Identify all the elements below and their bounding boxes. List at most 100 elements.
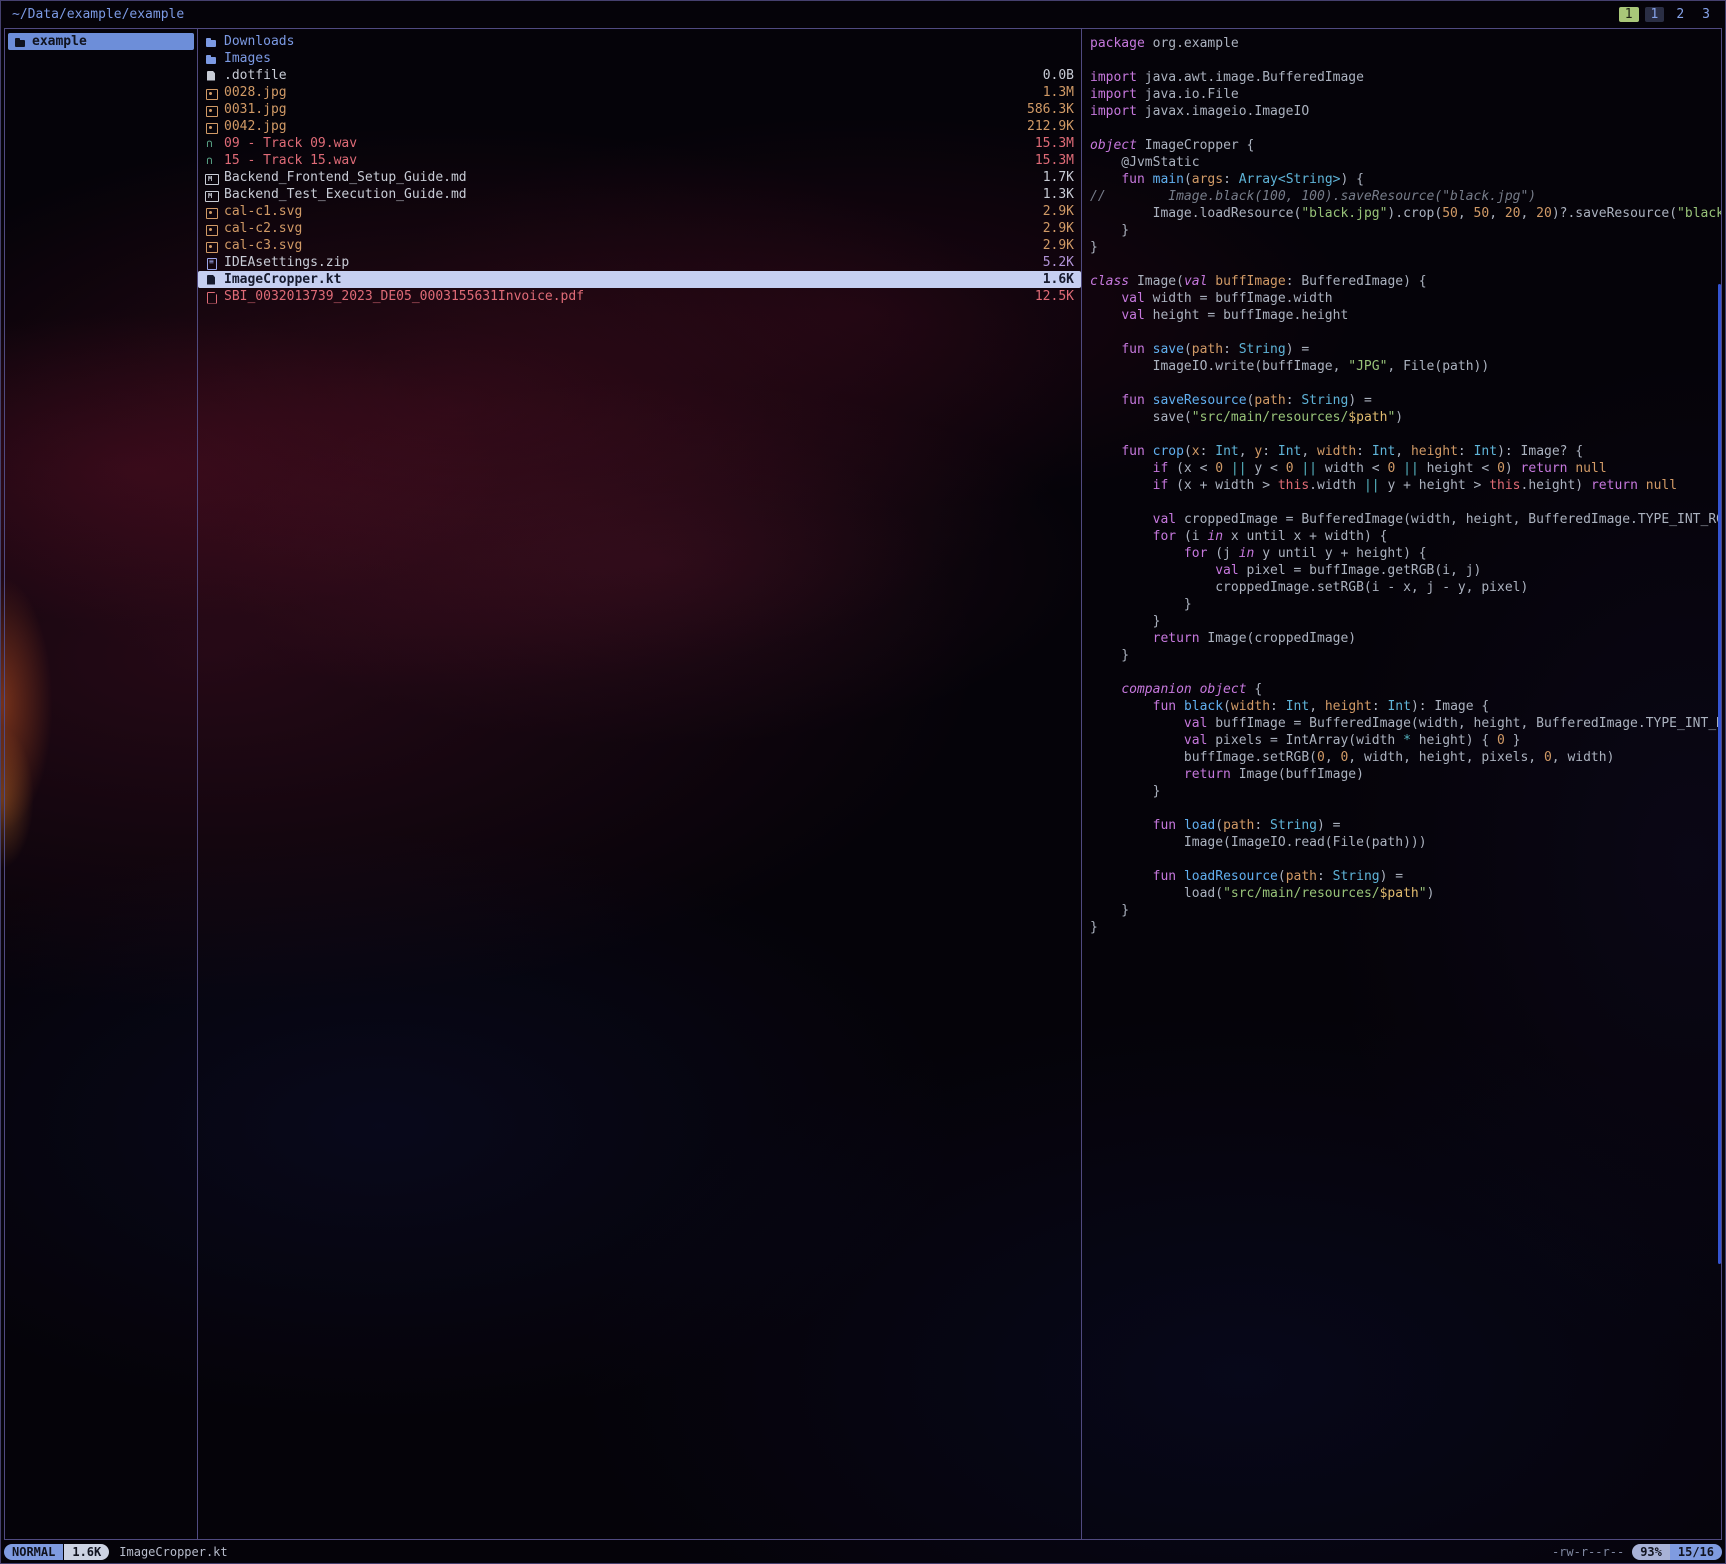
code-line: object ImageCropper { — [1090, 137, 1721, 154]
folder-icon — [14, 36, 26, 48]
current-path: ~/Data/example/example — [12, 7, 184, 22]
file-row[interactable]: Backend_Test_Execution_Guide.md1.3K — [198, 186, 1081, 203]
parent-pane[interactable]: example — [5, 29, 198, 1539]
file-name: Backend_Test_Execution_Guide.md — [224, 187, 1036, 202]
parent-item-example[interactable]: example — [8, 33, 194, 50]
code-line: import javax.imageio.ImageIO — [1090, 103, 1721, 120]
code-line: val height = buffImage.height — [1090, 307, 1721, 324]
code-line — [1090, 120, 1721, 137]
code-line: if (x + width > this.width || y + height… — [1090, 477, 1721, 494]
file-size: 15.3M — [1035, 153, 1074, 168]
file-name: Backend_Frontend_Setup_Guide.md — [224, 170, 1036, 185]
file-name: 0031.jpg — [224, 102, 1020, 117]
file-name: .dotfile — [224, 68, 1036, 83]
status-bar: NORMAL 1.6K ImageCropper.kt -rw-r--r-- 9… — [4, 1543, 1722, 1561]
code-line — [1090, 324, 1721, 341]
file-row[interactable]: 09 - Track 09.wav 15.3M — [198, 135, 1081, 152]
tab-3[interactable]: 3 — [1696, 7, 1716, 22]
code-line: fun saveResource(path: String) = — [1090, 392, 1721, 409]
file-size: 12.5K — [1035, 289, 1074, 304]
code-preview: package org.example import java.awt.imag… — [1090, 35, 1721, 936]
file-row[interactable]: 15 - Track 15.wav 15.3M — [198, 152, 1081, 169]
parent-item-label: example — [32, 34, 87, 49]
file-list-pane[interactable]: DownloadsImages.dotfile0.0B0028.jpg1.3M0… — [198, 29, 1082, 1539]
file-size: 2.9K — [1043, 238, 1074, 253]
audio-icon — [205, 155, 217, 167]
code-line: } — [1090, 919, 1721, 936]
code-line — [1090, 664, 1721, 681]
file-size: 212.9K — [1027, 119, 1074, 134]
tab-1[interactable]: 1 — [1645, 7, 1665, 22]
code-line: val pixels = IntArray(width * height) { … — [1090, 732, 1721, 749]
file-icon — [205, 70, 217, 82]
folder-icon — [205, 36, 217, 48]
file-name: ImageCropper.kt — [224, 272, 1036, 287]
tab-bar: 1123 — [1619, 7, 1716, 22]
file-row[interactable]: ImageCropper.kt1.6K — [198, 271, 1081, 288]
tab-2[interactable]: 2 — [1670, 7, 1690, 22]
code-line: } — [1090, 783, 1721, 800]
folder-icon — [205, 53, 217, 65]
file-row[interactable]: Images — [198, 50, 1081, 67]
file-row[interactable]: .dotfile0.0B — [198, 67, 1081, 84]
code-line: companion object { — [1090, 681, 1721, 698]
code-line: fun black(width: Int, height: Int): Imag… — [1090, 698, 1721, 715]
code-line: fun load(path: String) = — [1090, 817, 1721, 834]
code-line: val buffImage = BufferedImage(width, hei… — [1090, 715, 1721, 732]
code-line: save("src/main/resources/$path") — [1090, 409, 1721, 426]
file-permissions: -rw-r--r-- — [1552, 1545, 1624, 1559]
code-line: fun loadResource(path: String) = — [1090, 868, 1721, 885]
code-line: Image(ImageIO.read(File(path))) — [1090, 834, 1721, 851]
task-count-badge[interactable]: 1 — [1619, 7, 1639, 22]
file-row[interactable]: Backend_Frontend_Setup_Guide.md 1.7K — [198, 169, 1081, 186]
file-name: 0028.jpg — [224, 85, 1036, 100]
markdown-icon — [205, 172, 217, 184]
file-size: 2.9K — [1043, 221, 1074, 236]
code-line: for (j in y until y + height) { — [1090, 545, 1721, 562]
markdown-icon — [205, 189, 217, 201]
file-size: 1.3M — [1043, 85, 1074, 100]
code-line: import java.awt.image.BufferedImage — [1090, 69, 1721, 86]
statusbar-right: -rw-r--r-- 93% 15/16 — [1552, 1544, 1722, 1560]
code-line — [1090, 851, 1721, 868]
preview-pane[interactable]: package org.example import java.awt.imag… — [1082, 29, 1721, 1539]
mode-badge: NORMAL — [4, 1544, 63, 1560]
code-line — [1090, 494, 1721, 511]
file-size: 1.7K — [1043, 170, 1074, 185]
panes-container: example DownloadsImages.dotfile0.0B0028.… — [4, 28, 1722, 1540]
image-icon — [205, 223, 217, 235]
file-name: Downloads — [224, 34, 1067, 49]
file-row[interactable]: SBI_0032013739_2023_DE05_0003155631Invoi… — [198, 288, 1081, 305]
file-row[interactable]: IDEAsettings.zip 5.2K — [198, 254, 1081, 271]
code-line: import java.io.File — [1090, 86, 1721, 103]
file-row[interactable]: cal-c2.svg 2.9K — [198, 220, 1081, 237]
file-name: cal-c1.svg — [224, 204, 1036, 219]
code-line — [1090, 375, 1721, 392]
code-line: load("src/main/resources/$path") — [1090, 885, 1721, 902]
code-line: ImageIO.write(buffImage, "JPG", File(pat… — [1090, 358, 1721, 375]
file-name: cal-c3.svg — [224, 238, 1036, 253]
file-size: 15.3M — [1035, 136, 1074, 151]
file-row[interactable]: cal-c3.svg 2.9K — [198, 237, 1081, 254]
code-line: } — [1090, 596, 1721, 613]
image-icon — [205, 87, 217, 99]
file-row[interactable]: cal-c1.svg2.9K — [198, 203, 1081, 220]
code-line — [1090, 52, 1721, 69]
cursor-position-badge: 15/16 — [1670, 1544, 1722, 1560]
file-name: IDEAsettings.zip — [224, 255, 1036, 270]
file-name: cal-c2.svg — [224, 221, 1036, 236]
file-row[interactable]: 0028.jpg 1.3M — [198, 84, 1081, 101]
file-size: 5.2K — [1043, 255, 1074, 270]
file-row[interactable]: 0042.jpg 212.9K — [198, 118, 1081, 135]
file-name: 09 - Track 09.wav — [224, 136, 1028, 151]
pdf-icon — [205, 291, 217, 303]
file-row[interactable]: Downloads — [198, 33, 1081, 50]
file-row[interactable]: 0031.jpg586.3K — [198, 101, 1081, 118]
file-name: 15 - Track 15.wav — [224, 153, 1028, 168]
statusbar-filename: ImageCropper.kt — [119, 1545, 227, 1559]
preview-scrollbar[interactable] — [1718, 284, 1721, 1264]
code-line: } — [1090, 902, 1721, 919]
file-name: 0042.jpg — [224, 119, 1020, 134]
code-line: } — [1090, 647, 1721, 664]
code-line: if (x < 0 || y < 0 || width < 0 || heigh… — [1090, 460, 1721, 477]
